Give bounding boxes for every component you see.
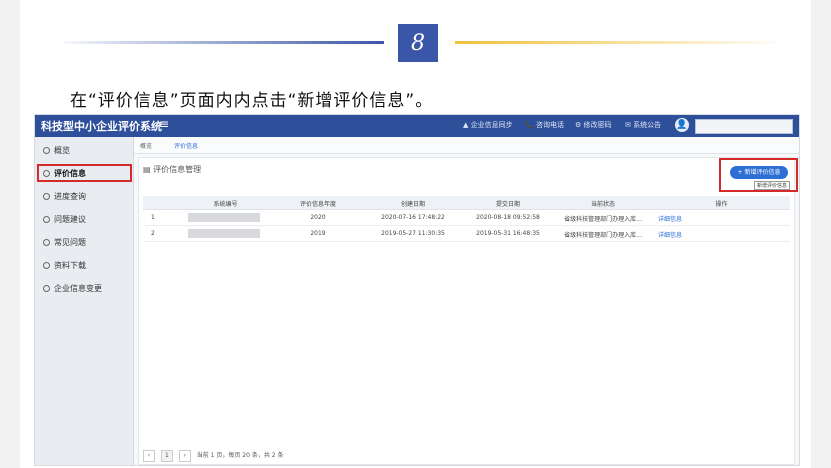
circle-icon [43,285,50,292]
row-status: 省级科技管理部门办理入库... [564,216,642,223]
circle-icon [43,147,50,154]
row-index: 2 [151,230,155,237]
table-header: 系统编号 评价信息年度 创建日期 提交日期 当前状态 操作 [143,196,790,210]
top-bar: 科技型中小企业评价系统 ≡ ▲ 企业信息同步 📞 咨询电话 ⚙ 修改密码 ✉ 系… [35,115,799,137]
tutorial-slide: 8 在“评价信息”页面内内点击“新增评价信息”。 科技型中小企业评价系统 ≡ ▲… [0,0,831,468]
evaluation-panel: ▤ 评价信息管理 + 新增评价信息 新增评价信息 系统编号 评价信息年度 创建日… [138,157,798,465]
add-button-tooltip: 新增评价信息 [754,181,791,190]
sidebar-item-enterprise-change[interactable]: 企业信息变更 [43,283,102,294]
instruction-text: 在“评价信息”页面内内点击“新增评价信息”。 [70,91,434,111]
user-avatar-icon[interactable]: 👤 [675,118,689,132]
row-year: 2020 [310,214,326,221]
system-id-redacted [188,229,260,238]
sidebar-item-suggestions[interactable]: 问题建议 [43,214,86,225]
main-content: 概览 评价信息 ▤ 评价信息管理 + 新增评价信息 新增评价信息 系统编号 评价… [134,137,799,465]
slide-right-edge [811,0,831,468]
row-created: 2019-05-27 11:30:35 [381,230,445,237]
col-header-status: 当前状态 [590,201,615,208]
system-notice-link[interactable]: ✉ 系统公告 [625,120,661,130]
next-page-button[interactable]: › [178,450,191,462]
detail-link[interactable]: 详细信息 [658,214,682,223]
sidebar-item-faq[interactable]: 常见问题 [43,237,86,248]
table-row[interactable]: 1 2020 2020-07-16 17:48:22 2020-08-18 09… [143,210,790,226]
enterprise-sync-link[interactable]: ▲ 企业信息同步 [463,120,513,130]
system-id-redacted [188,213,260,222]
change-password-link[interactable]: ⚙ 修改密码 [575,120,612,130]
table-row[interactable]: 2 2019 2019-05-27 11:30:35 2019-05-31 16… [143,226,790,242]
step-line-left [64,41,384,44]
circle-icon [43,262,50,269]
col-header-created: 创建日期 [400,201,425,208]
col-header-year: 评价信息年度 [299,201,336,208]
row-created: 2020-07-16 17:48:22 [381,214,445,221]
col-header-actions: 操作 [715,201,728,208]
row-status: 省级科技管理部门办理入库... [564,232,642,239]
col-header-submitted: 提交日期 [495,201,520,208]
pagination: ‹ 1 › 当前 1 页，每页 20 条，共 2 条 [143,450,283,462]
current-page-button[interactable]: 1 [160,450,173,462]
highlight-box-sidebar [37,164,132,182]
col-header-system-id: 系统编号 [213,201,238,208]
sidebar-item-overview[interactable]: 概览 [43,145,70,156]
row-submitted: 2019-05-31 16:48:35 [476,230,540,237]
sidebar-item-progress[interactable]: 进度查询 [43,191,86,202]
tab-evaluation-info[interactable]: 评价信息 [174,141,198,150]
tab-bar: 概览 评价信息 [134,137,799,154]
panel-title: ▤ 评价信息管理 [143,165,202,174]
tab-overview[interactable]: 概览 [140,141,152,150]
sidebar: 概览 评价信息 进度查询 问题建议 常见问题 资料下载 企业信息变更 [35,137,134,465]
row-year: 2019 [310,230,326,237]
pagination-summary: 当前 1 页，每页 20 条，共 2 条 [196,452,284,459]
step-number-badge: 8 [398,24,438,62]
slide-left-edge [0,0,20,468]
hotline-link[interactable]: 📞 咨询电话 [525,120,564,130]
detail-link[interactable]: 详细信息 [658,230,682,239]
row-index: 1 [151,214,155,221]
prev-page-button[interactable]: ‹ [143,450,155,462]
app-window: 科技型中小企业评价系统 ≡ ▲ 企业信息同步 📞 咨询电话 ⚙ 修改密码 ✉ 系… [34,114,800,466]
menu-toggle-icon[interactable]: ≡ [159,117,169,131]
add-evaluation-button[interactable]: + 新增评价信息 [730,166,788,179]
sidebar-item-downloads[interactable]: 资料下载 [43,260,86,271]
step-line-right [455,41,775,44]
user-name-redacted[interactable] [695,119,793,134]
app-title: 科技型中小企业评价系统 [41,120,162,133]
circle-icon [43,193,50,200]
row-submitted: 2020-08-18 09:52:58 [476,214,540,221]
circle-icon [43,216,50,223]
circle-icon [43,239,50,246]
